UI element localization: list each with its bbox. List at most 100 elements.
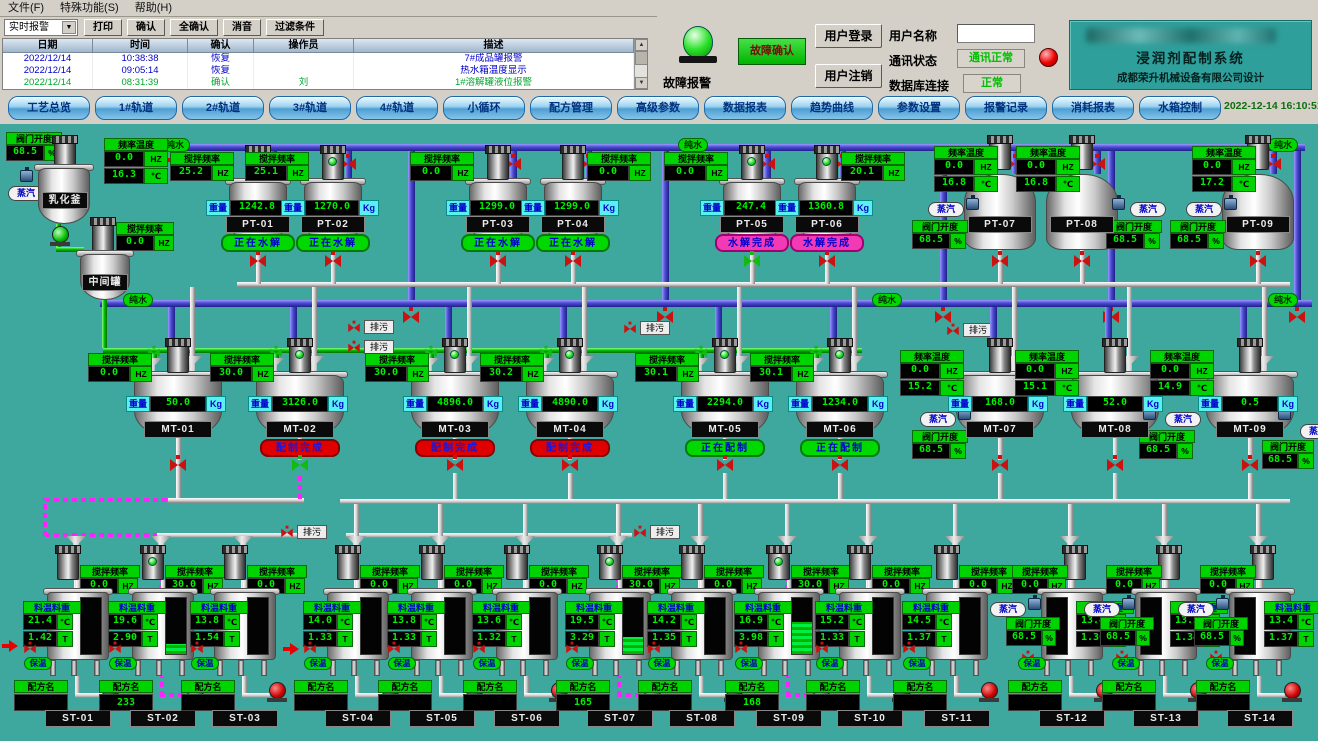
- valve-icon[interactable]: [191, 644, 203, 653]
- valve-icon[interactable]: [832, 458, 848, 471]
- temp-display: 19.6: [108, 614, 142, 630]
- mute-button[interactable]: 消音: [223, 19, 261, 36]
- valve-icon[interactable]: [473, 644, 485, 653]
- scroll-thumb[interactable]: [635, 51, 648, 65]
- table-row[interactable]: 2022/12/1410:38:38恢复7#成品罐报警: [3, 53, 647, 65]
- nav-button-7[interactable]: 配方管理: [530, 96, 612, 120]
- drain-label: 排污: [640, 321, 670, 335]
- username-input[interactable]: [957, 24, 1035, 43]
- display-caption: 阀门开度: [1170, 220, 1226, 233]
- valve-icon[interactable]: [403, 310, 419, 323]
- pump-icon[interactable]: [979, 682, 999, 702]
- scroll-up-icon[interactable]: ▲: [635, 39, 648, 51]
- valve-icon[interactable]: [281, 528, 293, 537]
- chevron-down-icon[interactable]: ▼: [62, 21, 76, 34]
- nav-button-10[interactable]: 趋势曲线: [791, 96, 873, 120]
- display-caption: 搅拌频率: [664, 152, 728, 165]
- nav-button-1[interactable]: 工艺总览: [8, 96, 90, 120]
- fault-ack-button[interactable]: 故障确认: [738, 38, 806, 65]
- valve-icon[interactable]: [816, 644, 828, 653]
- valve-icon[interactable]: [566, 644, 578, 653]
- pipe: [1068, 504, 1073, 538]
- unit-label: T: [506, 631, 522, 647]
- ack-button[interactable]: 确认: [127, 19, 165, 36]
- pump-icon[interactable]: [1282, 682, 1302, 702]
- scroll-down-icon[interactable]: ▼: [635, 77, 648, 89]
- nav-button-13[interactable]: 消耗报表: [1052, 96, 1134, 120]
- tank-label: ST-02: [130, 710, 196, 727]
- menu-special[interactable]: 特殊功能(S): [52, 0, 127, 16]
- nav-button-4[interactable]: 3#轨道: [269, 96, 351, 120]
- valve-icon[interactable]: [565, 254, 581, 267]
- valve-open-display: 68.5: [1106, 233, 1144, 249]
- column-header[interactable]: 操作员: [254, 39, 354, 53]
- table-row[interactable]: 2022/12/1409:05:14恢复热水箱温度显示: [3, 65, 647, 77]
- print-button[interactable]: 打印: [84, 19, 122, 36]
- column-header[interactable]: 描述: [354, 39, 634, 53]
- designer-title: 成都荣升机械设备有限公司设计: [1070, 70, 1311, 85]
- nav-button-6[interactable]: 小循环: [443, 96, 525, 120]
- tank-label: MT-09: [1216, 421, 1284, 438]
- ack-all-button[interactable]: 全确认: [170, 19, 218, 36]
- valve-icon[interactable]: [562, 458, 578, 471]
- valve-icon[interactable]: [24, 644, 36, 653]
- valve-icon[interactable]: [348, 323, 360, 332]
- valve-icon[interactable]: [903, 644, 915, 653]
- nav-button-9[interactable]: 数据报表: [704, 96, 786, 120]
- valve-icon[interactable]: [170, 458, 186, 471]
- valve-icon[interactable]: [935, 310, 951, 323]
- pump-icon[interactable]: [50, 226, 70, 246]
- valve-icon[interactable]: [992, 254, 1008, 267]
- valve-icon[interactable]: [634, 528, 646, 537]
- valve-icon[interactable]: [447, 458, 463, 471]
- pure-water-label: 纯水: [123, 293, 153, 307]
- motor-icon: [936, 550, 958, 580]
- valve-icon[interactable]: [947, 326, 959, 335]
- stir-freq-display: 30.0: [210, 366, 252, 382]
- valve-icon[interactable]: [1289, 310, 1305, 323]
- valve-icon[interactable]: [304, 644, 316, 653]
- valve-icon[interactable]: [250, 254, 266, 267]
- valve-icon[interactable]: [648, 644, 660, 653]
- valve-icon[interactable]: [1250, 254, 1266, 267]
- valve-icon[interactable]: [744, 254, 760, 267]
- nav-button-12[interactable]: 报警记录: [965, 96, 1047, 120]
- filter-button[interactable]: 过滤条件: [266, 19, 324, 36]
- column-header[interactable]: 时间: [93, 39, 188, 53]
- column-header[interactable]: 日期: [3, 39, 93, 53]
- valve-icon[interactable]: [348, 343, 360, 352]
- valve-icon[interactable]: [388, 644, 400, 653]
- nav-button-8[interactable]: 高级参数: [617, 96, 699, 120]
- steam-label: 蒸汽: [928, 202, 964, 217]
- nav-button-14[interactable]: 水箱控制: [1139, 96, 1221, 120]
- valve-icon[interactable]: [490, 254, 506, 267]
- valve-icon[interactable]: [717, 458, 733, 471]
- nav-button-11[interactable]: 参数设置: [878, 96, 960, 120]
- valve-icon[interactable]: [819, 254, 835, 267]
- menu-file[interactable]: 文件(F): [0, 0, 52, 16]
- valve-icon[interactable]: [292, 458, 308, 471]
- valve-icon[interactable]: [1074, 254, 1090, 267]
- pump-icon[interactable]: [267, 682, 287, 702]
- pipe: [438, 504, 443, 538]
- menu-help[interactable]: 帮助(H): [127, 0, 180, 16]
- valve-icon[interactable]: [109, 644, 121, 653]
- scrollbar[interactable]: ▲ ▼: [634, 39, 647, 89]
- valve-icon[interactable]: [992, 458, 1008, 471]
- alarm-mode-select[interactable]: 实时报警 ▼: [4, 19, 78, 36]
- logout-button[interactable]: 用户注销: [815, 64, 882, 88]
- table-row[interactable]: 2022/12/1408:31:39确认刘1#溶解罐液位报警: [3, 77, 647, 89]
- valve-icon[interactable]: [624, 324, 636, 333]
- valve-icon[interactable]: [325, 254, 341, 267]
- nav-button-3[interactable]: 2#轨道: [182, 96, 264, 120]
- valve-icon[interactable]: [735, 644, 747, 653]
- freq-display: 0.0: [1016, 159, 1056, 175]
- valve-icon[interactable]: [1242, 458, 1258, 471]
- weight-caption: 重量: [788, 396, 812, 412]
- column-header[interactable]: 确认: [188, 39, 254, 53]
- nav-button-2[interactable]: 1#轨道: [95, 96, 177, 120]
- valve-icon[interactable]: [1107, 458, 1123, 471]
- nav-button-5[interactable]: 4#轨道: [356, 96, 438, 120]
- login-button[interactable]: 用户登录: [815, 24, 882, 48]
- unit-label: ℃: [681, 614, 697, 630]
